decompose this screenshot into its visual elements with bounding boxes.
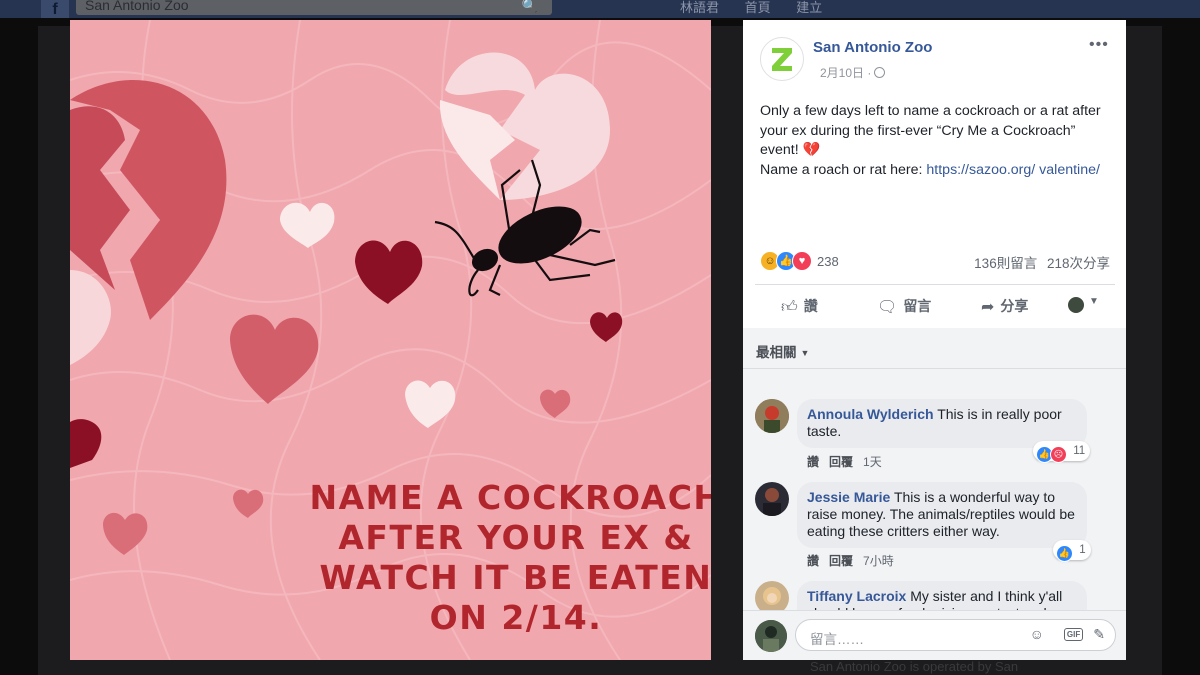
- comment-reactions[interactable]: 👍 1: [1053, 540, 1091, 562]
- love-reaction-icon: ♥: [792, 251, 812, 271]
- post-stats: 136則留言 218次分享: [968, 252, 1110, 272]
- shares-count[interactable]: 218次分享: [1047, 256, 1110, 271]
- comment-bubble: Tiffany Lacroix My sister and I think y'…: [797, 581, 1087, 610]
- thumbs-up-icon: 👍︎: [781, 299, 798, 316]
- comment-like-link[interactable]: 讚: [807, 455, 819, 469]
- comment-sort-dropdown[interactable]: 最相關 ▼: [756, 341, 809, 361]
- page-about-text: San Antonio Zoo is operated by San: [810, 659, 1019, 674]
- slogan-line: ON 2/14.: [429, 598, 603, 637]
- facebook-top-bar: f San Antonio Zoo 🔍 林語君 首頁 建立: [0, 0, 1200, 18]
- avatar[interactable]: [755, 581, 789, 610]
- nav-create[interactable]: 建立: [796, 0, 822, 15]
- comment-reply-link[interactable]: 回覆: [829, 455, 853, 469]
- angry-reaction-icon: ☹: [1050, 446, 1067, 463]
- comment-author[interactable]: Annoula Wylderich: [807, 406, 934, 422]
- audience-avatar[interactable]: [1068, 297, 1084, 313]
- more-options-icon[interactable]: •••: [1089, 36, 1109, 54]
- share-label: 分享: [1000, 298, 1029, 314]
- chevron-down-icon[interactable]: ▼: [1089, 296, 1099, 307]
- comment-like-link[interactable]: 讚: [807, 554, 819, 568]
- comment-placeholder: 留言……: [810, 632, 864, 647]
- sort-label: 最相關: [756, 345, 797, 360]
- post-side-panel: San Antonio Zoo 2月10日 · ••• Only a few d…: [743, 20, 1126, 660]
- comment-time[interactable]: 7小時: [863, 554, 894, 568]
- zoo-logo-icon: [772, 48, 792, 71]
- divider: [743, 368, 1126, 369]
- comment-author[interactable]: Tiffany Lacroix: [807, 588, 906, 604]
- like-reaction-icon: 👍: [1056, 545, 1073, 562]
- avatar[interactable]: [755, 482, 789, 516]
- sticker-icon[interactable]: ✎: [1093, 626, 1105, 642]
- comment-input[interactable]: 留言…… ☺ GIF ✎: [795, 619, 1116, 651]
- search-icon[interactable]: 🔍: [522, 0, 538, 14]
- globe-icon: [874, 67, 886, 78]
- broken-heart-icon: 💔: [802, 142, 821, 159]
- comment-label: 留言: [903, 298, 932, 314]
- comment-composer: 留言…… ☺ GIF ✎: [743, 610, 1126, 660]
- reaction-count: 238: [817, 253, 839, 269]
- avatar-image: [755, 482, 789, 516]
- top-nav: 林語君 首頁 建立: [680, 0, 844, 16]
- avatar[interactable]: [755, 399, 789, 433]
- avatar-image: [755, 399, 789, 433]
- comment-button[interactable]: 🗨︎ 留言: [877, 296, 931, 317]
- nav-home[interactable]: 首頁: [745, 0, 771, 15]
- post-photo[interactable]: NAME A COCKROACH AFTER YOUR EX & WATCH I…: [70, 20, 711, 660]
- divider: [755, 284, 1115, 285]
- share-arrow-icon: ➦: [981, 299, 995, 316]
- search-value: San Antonio Zoo: [85, 0, 189, 13]
- comment-meta: 讚回覆 7小時: [807, 552, 894, 569]
- comment-time[interactable]: 1天: [863, 455, 882, 469]
- gif-icon[interactable]: GIF: [1054, 626, 1084, 642]
- search-input[interactable]: San Antonio Zoo 🔍: [76, 0, 552, 15]
- comment-reaction-count: 1: [1079, 544, 1086, 556]
- composer-icons: ☺ GIF ✎: [1020, 626, 1105, 643]
- comment-reactions[interactable]: 👍 ☹ 11: [1033, 441, 1091, 463]
- post-timestamp[interactable]: 2月10日 ·: [820, 64, 886, 81]
- avatar: [755, 620, 787, 652]
- chevron-down-icon: ▼: [800, 348, 810, 358]
- post-text: Only a few days left to name a cockroach…: [760, 102, 1116, 180]
- comment-bubble: Jessie Marie This is a wonderful way to …: [797, 482, 1087, 548]
- slogan-line: NAME A COCKROACH: [309, 478, 711, 517]
- speech-bubble-icon: 🗨︎: [877, 299, 898, 316]
- facebook-logo-icon[interactable]: f: [41, 0, 69, 18]
- nav-profile[interactable]: 林語君: [680, 0, 719, 15]
- avatar-image: [755, 581, 789, 610]
- like-label: 讚: [803, 298, 818, 314]
- slogan-line: WATCH IT BE EATEN: [319, 558, 711, 597]
- emoji-icon[interactable]: ☺: [1030, 626, 1044, 642]
- page-avatar[interactable]: [760, 37, 804, 81]
- like-button[interactable]: 👍︎ 讚: [781, 296, 818, 317]
- comment-meta: 讚回覆 1天: [807, 453, 882, 470]
- page-name-link[interactable]: San Antonio Zoo: [813, 39, 932, 56]
- post-text-cta: Name a roach or rat here:: [760, 161, 923, 178]
- comment-author[interactable]: Jessie Marie: [807, 489, 890, 505]
- comments-section: 最相關 ▼ Annoula Wylderich This is in really…: [743, 328, 1126, 610]
- comment-reply-link[interactable]: 回覆: [829, 554, 853, 568]
- post-actions: 👍︎ 讚 🗨︎ 留言 ➦ 分享 ▼: [755, 292, 1115, 322]
- comment-reaction-count: 11: [1073, 445, 1086, 457]
- avatar-image: [755, 620, 787, 652]
- reaction-summary[interactable]: ☺ 👍 ♥ 238: [760, 251, 839, 271]
- post-link[interactable]: https://sazoo.org/ valentine/: [926, 162, 1100, 178]
- comments-count[interactable]: 136則留言: [974, 256, 1037, 271]
- post-date-text: 2月10日 ·: [820, 66, 872, 80]
- share-button[interactable]: ➦ 分享: [981, 296, 1028, 317]
- slogan-line: AFTER YOUR EX &: [338, 518, 694, 557]
- photo-slogan: NAME A COCKROACH AFTER YOUR EX & WATCH I…: [306, 478, 711, 638]
